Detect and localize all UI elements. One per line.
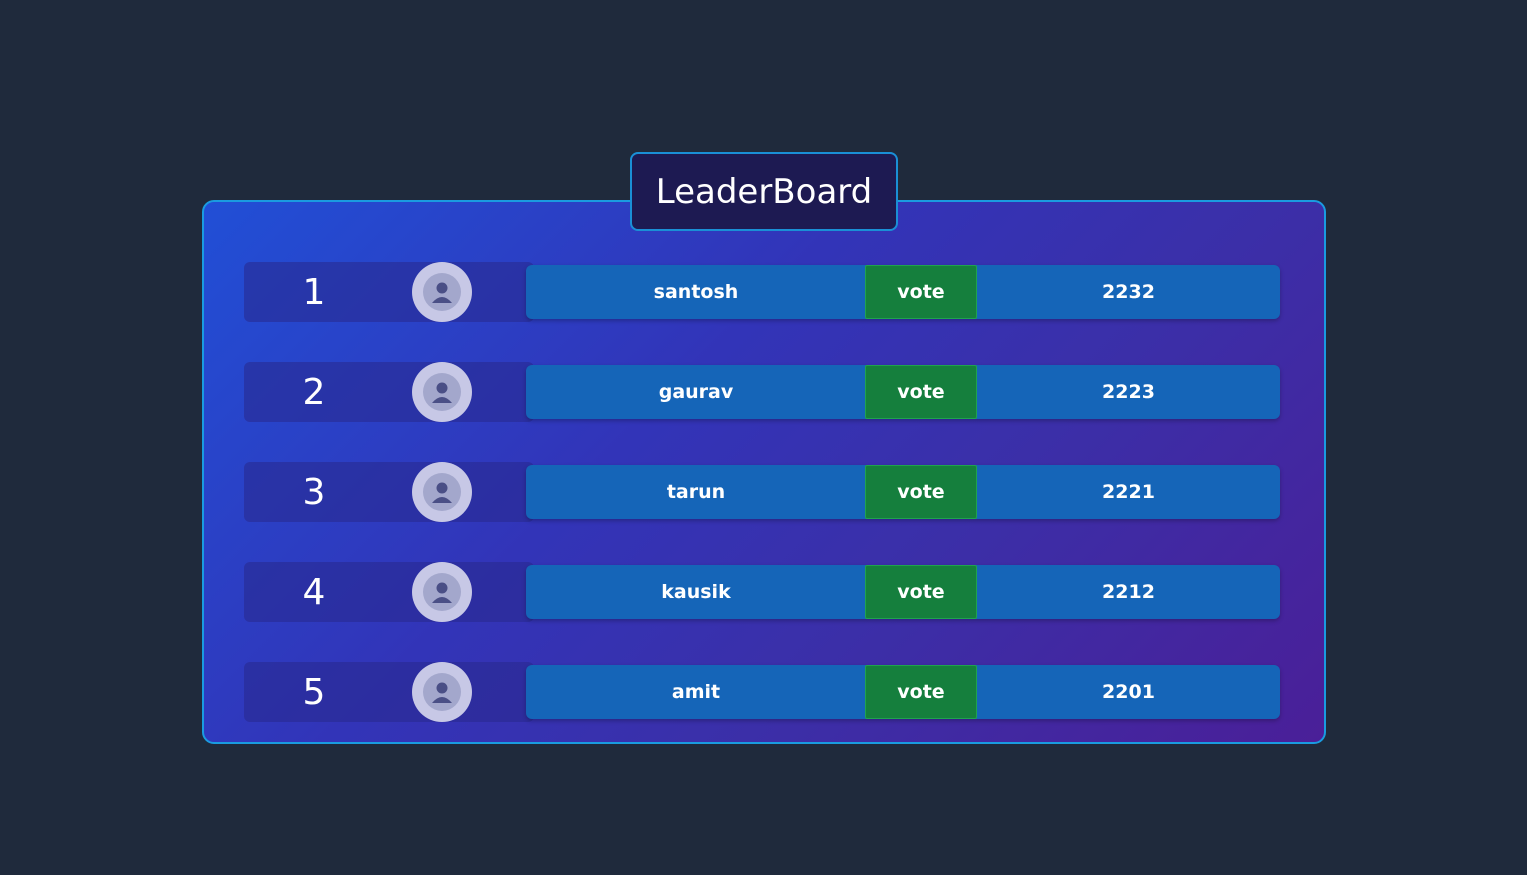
entry-name: gaurav [658,381,734,403]
user-avatar-icon [412,562,472,622]
entry-info-bar: kausik vote 2212 [526,565,1280,619]
entry-info-bar: santosh vote 2232 [526,265,1280,319]
vote-button[interactable]: vote [865,365,977,419]
leaderboard-row: 3 tarun vote 2221 [244,462,1280,522]
user-avatar-icon [412,462,472,522]
rank-number: 1 [302,271,326,313]
leaderboard-row: 4 kausik vote 2212 [244,562,1280,622]
leaderboard-row: 5 amit vote 2201 [244,662,1280,722]
entry-name: amit [671,681,721,703]
leaderboard-title: LeaderBoard [630,152,898,231]
rank-number: 4 [302,571,326,613]
leaderboard-row: 2 gaurav vote 2223 [244,362,1280,422]
user-avatar-icon [412,262,472,322]
vote-button[interactable]: vote [865,465,977,519]
entry-info-bar: gaurav vote 2223 [526,365,1280,419]
entry-info-bar: tarun vote 2221 [526,465,1280,519]
user-avatar-icon [412,662,472,722]
vote-button[interactable]: vote [865,265,977,319]
vote-count: 2201 [1102,681,1155,703]
vote-button[interactable]: vote [865,665,977,719]
vote-count: 2232 [1102,281,1155,303]
vote-count: 2223 [1102,381,1155,403]
entry-info-bar: amit vote 2201 [526,665,1280,719]
leaderboard-row: 1 santosh vote 2232 [244,262,1280,322]
user-avatar-icon [412,362,472,422]
vote-button[interactable]: vote [865,565,977,619]
rank-number: 2 [302,371,326,413]
rank-number: 3 [302,471,326,513]
entry-name: kausik [661,581,731,603]
vote-count: 2221 [1102,481,1155,503]
rank-number: 5 [302,671,326,713]
entry-name: tarun [666,481,726,503]
vote-count: 2212 [1102,581,1155,603]
entry-name: santosh [653,281,739,303]
